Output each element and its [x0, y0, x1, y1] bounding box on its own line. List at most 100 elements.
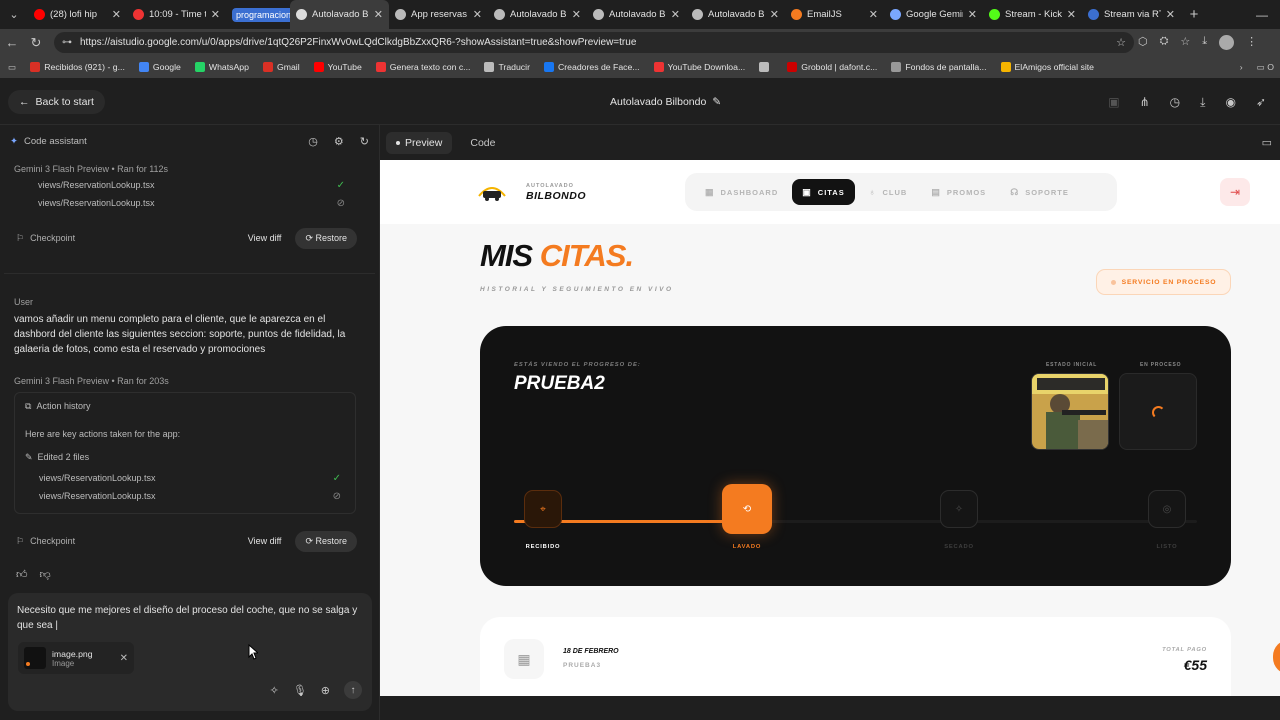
- attachment-chip[interactable]: image.png Image ✕: [18, 642, 134, 674]
- send-button[interactable]: ↑: [344, 681, 362, 699]
- bookmark-item[interactable]: YouTube Downloa...: [653, 62, 745, 72]
- browser-tab[interactable]: 10:09 - Time to ✕: [127, 0, 226, 29]
- browser-tab[interactable]: (28) lofi hip ✕: [28, 0, 127, 29]
- file-line[interactable]: views/ReservationLookup.tsx ⊘: [39, 491, 341, 502]
- edited-files-row[interactable]: ✎ Edited 2 files: [25, 452, 89, 463]
- url-field[interactable]: ⊶ https://aistudio.google.com/u/0/apps/d…: [54, 32, 1134, 53]
- deploy-rocket-icon[interactable]: ➶: [1256, 95, 1266, 110]
- tab-group-name: programacion: [232, 7, 290, 22]
- nav-item-citas[interactable]: ▣ CITAS: [792, 179, 855, 205]
- browser-tab[interactable]: Autolavado Bilb ✕: [290, 0, 389, 29]
- tab-code[interactable]: Code: [460, 132, 505, 154]
- bookmark-item[interactable]: [759, 62, 773, 72]
- restore-button[interactable]: ⟳ Restore: [295, 530, 357, 552]
- nav-item-soporte[interactable]: ☊ SOPORTE: [1000, 179, 1079, 205]
- tab-preview[interactable]: Preview: [386, 131, 453, 154]
- bookmark-item[interactable]: Genera texto con c...: [375, 62, 470, 72]
- bookmark-item[interactable]: Grobold | dafont.c...: [787, 62, 877, 72]
- bookmark-star-icon[interactable]: ☆: [1116, 36, 1126, 49]
- back-arrow-icon[interactable]: ←: [0, 35, 24, 50]
- initial-state-photo[interactable]: [1031, 373, 1109, 450]
- bookmark-item[interactable]: Traducir: [484, 62, 530, 72]
- history-icon[interactable]: ◷: [1170, 95, 1180, 110]
- car-logo-icon[interactable]: [476, 182, 508, 202]
- site-info-icon[interactable]: ⊶: [62, 37, 72, 48]
- minimize-icon[interactable]: —: [1256, 8, 1268, 22]
- browser-tab[interactable]: Stream via RTM ✕: [1082, 0, 1181, 29]
- file-line[interactable]: views/ReservationLookup.tsx ✓: [0, 176, 379, 194]
- close-tab-icon[interactable]: ✕: [211, 8, 220, 21]
- prompt-composer[interactable]: Necesito que me mejores el diseño del pr…: [8, 593, 372, 711]
- extension-icon[interactable]: ⛭: [1160, 35, 1169, 50]
- bookmark-item[interactable]: Gmail: [262, 62, 300, 72]
- browser-tab[interactable]: Stream - Kick D ✕: [983, 0, 1082, 29]
- fullscreen-icon[interactable]: ▭: [1262, 136, 1272, 149]
- download-icon[interactable]: ⤓: [1200, 95, 1205, 110]
- nav-item-promos[interactable]: ▤ PROMOS: [921, 179, 996, 205]
- remove-attachment-icon[interactable]: ✕: [120, 653, 128, 664]
- browser-tab[interactable]: Autolavado Bilb ✕: [587, 0, 686, 29]
- bookmark-apps-icon[interactable]: ▭: [8, 62, 16, 73]
- close-tab-icon[interactable]: ✕: [770, 8, 779, 21]
- close-tab-icon[interactable]: ✕: [473, 8, 482, 21]
- github-icon[interactable]: ◉: [1225, 95, 1235, 110]
- view-diff-button[interactable]: View diff: [248, 536, 282, 546]
- profile-avatar[interactable]: [1219, 35, 1235, 50]
- close-tab-icon[interactable]: ✕: [1067, 8, 1076, 21]
- bookmark-item[interactable]: ElAmigos official site: [1000, 62, 1094, 72]
- close-tab-icon[interactable]: ✕: [1166, 8, 1175, 21]
- pencil-icon[interactable]: ✎: [712, 96, 721, 108]
- view-diff-button[interactable]: View diff: [248, 233, 282, 243]
- file-line[interactable]: views/ReservationLookup.tsx ✓: [39, 473, 341, 484]
- microphone-icon[interactable]: 🎙︎: [293, 684, 307, 697]
- bookmark-item[interactable]: Recibidos (921) - g...: [30, 62, 125, 72]
- logout-button[interactable]: ⇥: [1220, 178, 1250, 206]
- appointment-card[interactable]: ▦ 18 DE FEBRERO PRUEBA3 TOTAL PAGO €55: [480, 617, 1231, 696]
- browser-tab[interactable]: EmailJS ✕: [785, 0, 884, 29]
- history-icon[interactable]: ◷: [308, 135, 318, 148]
- bookmark-item[interactable]: WhatsApp: [194, 62, 249, 72]
- nav-item-club[interactable]: ♁ CLUB: [859, 179, 918, 205]
- menu-icon[interactable]: ⋮: [1246, 35, 1257, 50]
- browser-tab[interactable]: Autolavado Bilb ✕: [686, 0, 785, 29]
- magic-wand-icon[interactable]: ✧: [270, 684, 279, 697]
- save-icon[interactable]: ▣: [1108, 95, 1119, 110]
- restore-button[interactable]: ⟳ Restore: [295, 227, 357, 249]
- thumbs-up-icon[interactable]: 👍︎: [16, 568, 28, 581]
- extension-icon[interactable]: ☆: [1180, 35, 1190, 50]
- bookmark-item[interactable]: Google: [138, 62, 181, 72]
- bookmark-item[interactable]: Fondos de pantalla...: [891, 62, 987, 72]
- close-tab-icon[interactable]: ✕: [572, 8, 581, 21]
- bookmark-favicon-icon: [30, 62, 41, 72]
- close-tab-icon[interactable]: ✕: [112, 8, 121, 21]
- bookmark-item[interactable]: Creadores de Face...: [543, 62, 640, 72]
- new-tab-button[interactable]: +: [1181, 6, 1207, 23]
- file-line[interactable]: views/ReservationLookup.tsx ⊘: [0, 194, 379, 212]
- back-to-start-button[interactable]: ← Back to start: [8, 90, 105, 114]
- reload-icon[interactable]: ↻: [24, 35, 48, 51]
- nav-item-dashboard[interactable]: ▦ DASHBOARD: [695, 179, 788, 205]
- extension-icon[interactable]: ⬡: [1138, 35, 1148, 50]
- project-title[interactable]: Autolavado Bilbondo ✎: [610, 96, 721, 108]
- download-icon[interactable]: ⤓: [1202, 35, 1207, 50]
- close-tab-icon[interactable]: ✕: [869, 8, 878, 21]
- close-tab-icon[interactable]: ✕: [374, 8, 383, 21]
- thumbs-down-icon[interactable]: 👎︎: [40, 568, 51, 581]
- share-icon[interactable]: ⋔: [1140, 95, 1150, 110]
- add-circle-icon[interactable]: ⊕: [321, 684, 330, 697]
- tab-search-icon[interactable]: ⌄: [0, 0, 28, 29]
- folder-icon[interactable]: ▭ O: [1257, 62, 1274, 73]
- gear-icon[interactable]: ⚙: [334, 135, 344, 148]
- close-tab-icon[interactable]: ✕: [671, 8, 680, 21]
- browser-tab[interactable]: App reservas a ✕: [389, 0, 488, 29]
- close-tab-icon[interactable]: ✕: [968, 8, 977, 21]
- tab-group-label[interactable]: programacion: [226, 0, 290, 29]
- action-history-header[interactable]: ⧉ Action history: [25, 401, 90, 412]
- floating-action-button[interactable]: [1273, 640, 1280, 674]
- chevron-right-icon[interactable]: ›: [1240, 62, 1243, 72]
- bookmark-item[interactable]: YouTube: [313, 62, 362, 72]
- browser-tab[interactable]: Autolavado Bilb ✕: [488, 0, 587, 29]
- browser-tab[interactable]: Google Gemini ✕: [884, 0, 983, 29]
- refresh-icon[interactable]: ↻: [360, 135, 369, 148]
- prompt-input[interactable]: Necesito que me mejores el diseño del pr…: [17, 603, 366, 633]
